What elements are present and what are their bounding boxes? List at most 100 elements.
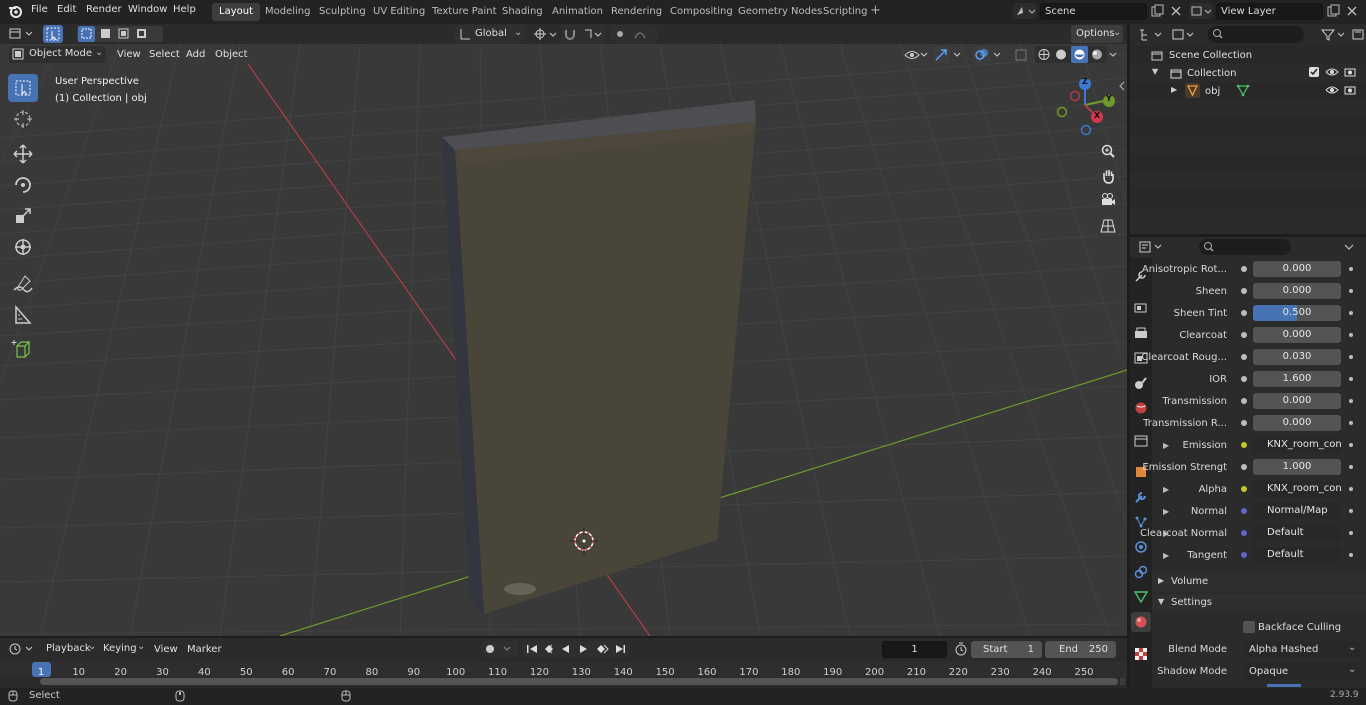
tab-uv-editing[interactable]: UV Editing xyxy=(366,3,432,21)
delete-view-layer-icon[interactable] xyxy=(1344,3,1360,19)
world-tab-icon[interactable] xyxy=(1133,400,1149,416)
tab-layout[interactable]: Layout xyxy=(212,3,260,21)
tab-modeling[interactable]: Modeling xyxy=(258,3,318,21)
annotate-tool-icon[interactable] xyxy=(8,270,38,298)
zoom-icon[interactable] xyxy=(1098,141,1118,161)
scene-selector-icon[interactable] xyxy=(1013,3,1037,19)
animate-property-icon[interactable] xyxy=(1349,377,1353,381)
rotate-tool-icon[interactable] xyxy=(8,171,38,199)
animate-property-icon[interactable] xyxy=(1349,289,1353,293)
animate-property-icon[interactable] xyxy=(1349,333,1353,337)
visibility-icon[interactable] xyxy=(902,46,930,63)
properties-search-input[interactable] xyxy=(1199,239,1291,255)
expand-input-icon[interactable]: ▶ xyxy=(1163,529,1169,538)
vector-socket-icon[interactable] xyxy=(1241,508,1247,514)
viewport-menu-select[interactable]: Select xyxy=(144,47,185,63)
eye-icon[interactable] xyxy=(1325,66,1339,78)
volume-panel-header[interactable]: ▶ Volume xyxy=(1152,573,1366,591)
output-tab-icon[interactable] xyxy=(1133,325,1149,341)
property-value-slider[interactable]: 1.600 xyxy=(1253,371,1341,387)
camera-view-icon[interactable] xyxy=(1098,190,1118,210)
physics-tab-icon[interactable] xyxy=(1133,539,1149,555)
expand-object-icon[interactable]: ▶ xyxy=(1171,85,1177,94)
properties-editor-type-icon[interactable] xyxy=(1138,239,1166,255)
add-workspace-icon[interactable]: + xyxy=(870,4,881,18)
end-frame-field[interactable]: End 250 xyxy=(1045,641,1116,658)
view-layer-selector-icon[interactable] xyxy=(1189,3,1213,19)
vector-socket-icon[interactable] xyxy=(1241,530,1247,536)
modifier-tab-icon[interactable] xyxy=(1133,489,1149,505)
property-link-field[interactable]: Default xyxy=(1253,525,1341,541)
timeline-editor-type-icon[interactable] xyxy=(8,641,36,657)
outliner-scene-collection[interactable]: Scene Collection xyxy=(1169,50,1252,61)
blend-mode-dropdown[interactable]: Alpha Hashed ⌄ xyxy=(1244,641,1360,658)
new-scene-icon[interactable] xyxy=(1149,3,1165,19)
settings-panel-header[interactable]: ▼ Settings xyxy=(1152,594,1366,612)
viewport-menu-add[interactable]: Add xyxy=(181,47,210,63)
expand-input-icon[interactable]: ▶ xyxy=(1163,507,1169,516)
auto-keying-toggle[interactable] xyxy=(482,641,518,657)
animate-property-icon[interactable] xyxy=(1349,509,1353,513)
add-cube-tool-icon[interactable] xyxy=(8,336,38,364)
tab-compositing[interactable]: Compositing xyxy=(663,3,740,21)
material-tab-icon[interactable] xyxy=(1131,612,1151,632)
constraints-tab-icon[interactable] xyxy=(1133,564,1149,580)
tab-rendering[interactable]: Rendering xyxy=(604,3,669,21)
sidebar-toggle-icon[interactable] xyxy=(1118,80,1126,92)
animate-property-icon[interactable] xyxy=(1349,355,1353,359)
3d-viewport[interactable] xyxy=(0,44,1127,636)
editor-type-icon[interactable] xyxy=(8,26,36,42)
chevron-down-icon[interactable] xyxy=(1341,239,1357,255)
expand-collection-icon[interactable]: ▼ xyxy=(1152,67,1158,76)
mesh-data-icon[interactable] xyxy=(1236,83,1250,97)
start-frame-field[interactable]: Start 1 xyxy=(971,641,1042,658)
outliner-object[interactable]: obj xyxy=(1205,86,1220,97)
property-value-slider[interactable]: 0.000 xyxy=(1253,327,1341,343)
select-tool-active-icon[interactable] xyxy=(43,25,63,43)
chevron-down-icon[interactable] xyxy=(951,46,965,63)
menu-help[interactable]: Help xyxy=(173,4,196,15)
render-camera-icon[interactable] xyxy=(1343,84,1357,96)
chevron-down-icon[interactable] xyxy=(1107,46,1121,63)
transform-tool-icon[interactable] xyxy=(8,233,38,261)
viewport-menu-object[interactable]: Object xyxy=(210,47,253,63)
property-link-field[interactable]: Default xyxy=(1253,547,1341,563)
property-value-slider[interactable]: 0.000 xyxy=(1253,415,1341,431)
animate-property-icon[interactable] xyxy=(1349,399,1353,403)
property-link-field[interactable]: KNX_room_control_... xyxy=(1253,481,1341,497)
property-link-field[interactable]: KNX_room_control_... xyxy=(1253,437,1341,453)
animate-property-icon[interactable] xyxy=(1349,553,1353,557)
tab-geometry-nodes[interactable]: Geometry Nodes xyxy=(731,3,829,21)
view-layer-field[interactable]: View Layer xyxy=(1216,3,1323,20)
render-tab-icon[interactable] xyxy=(1133,300,1149,316)
shadow-mode-dropdown[interactable]: Opaque ⌄ xyxy=(1244,663,1360,680)
expand-input-icon[interactable]: ▶ xyxy=(1163,485,1169,494)
color-socket-icon[interactable] xyxy=(1241,486,1247,492)
new-view-layer-icon[interactable] xyxy=(1325,3,1341,19)
viewport-menu-view[interactable]: View xyxy=(112,47,146,63)
cursor-tool-icon[interactable] xyxy=(8,105,38,133)
navigation-gizmo[interactable]: Z Y X xyxy=(1052,74,1122,138)
overlays-toggle-icon[interactable] xyxy=(973,46,990,63)
keying-menu[interactable]: Keying ⌄ xyxy=(97,641,145,657)
scene-tab-icon[interactable] xyxy=(1133,375,1149,391)
timeline-menu-view[interactable]: View xyxy=(154,644,178,655)
expand-input-icon[interactable]: ▶ xyxy=(1163,551,1169,560)
vector-socket-icon[interactable] xyxy=(1241,552,1247,558)
property-value-slider[interactable]: 0.000 xyxy=(1253,283,1341,299)
timeline-menu-marker[interactable]: Marker xyxy=(187,644,222,655)
select-box-tool-icon[interactable] xyxy=(8,74,38,102)
gizmo-toggle-icon[interactable] xyxy=(933,46,950,63)
perspective-grid-icon[interactable] xyxy=(1098,216,1118,236)
exclude-checkbox-icon[interactable] xyxy=(1309,67,1319,77)
display-mode-icon[interactable] xyxy=(1170,27,1198,43)
current-frame-field[interactable]: 1 xyxy=(882,641,947,658)
animate-property-icon[interactable] xyxy=(1349,311,1353,315)
animate-property-icon[interactable] xyxy=(1349,443,1353,447)
property-value-slider[interactable]: 0.000 xyxy=(1253,261,1341,277)
chevron-down-icon[interactable] xyxy=(991,46,1005,63)
outliner-editor-type-icon[interactable] xyxy=(1138,27,1166,43)
scene-name-field[interactable]: Scene xyxy=(1040,3,1147,20)
measure-tool-icon[interactable] xyxy=(8,301,38,329)
property-value-slider[interactable]: 0.500 xyxy=(1253,305,1341,321)
